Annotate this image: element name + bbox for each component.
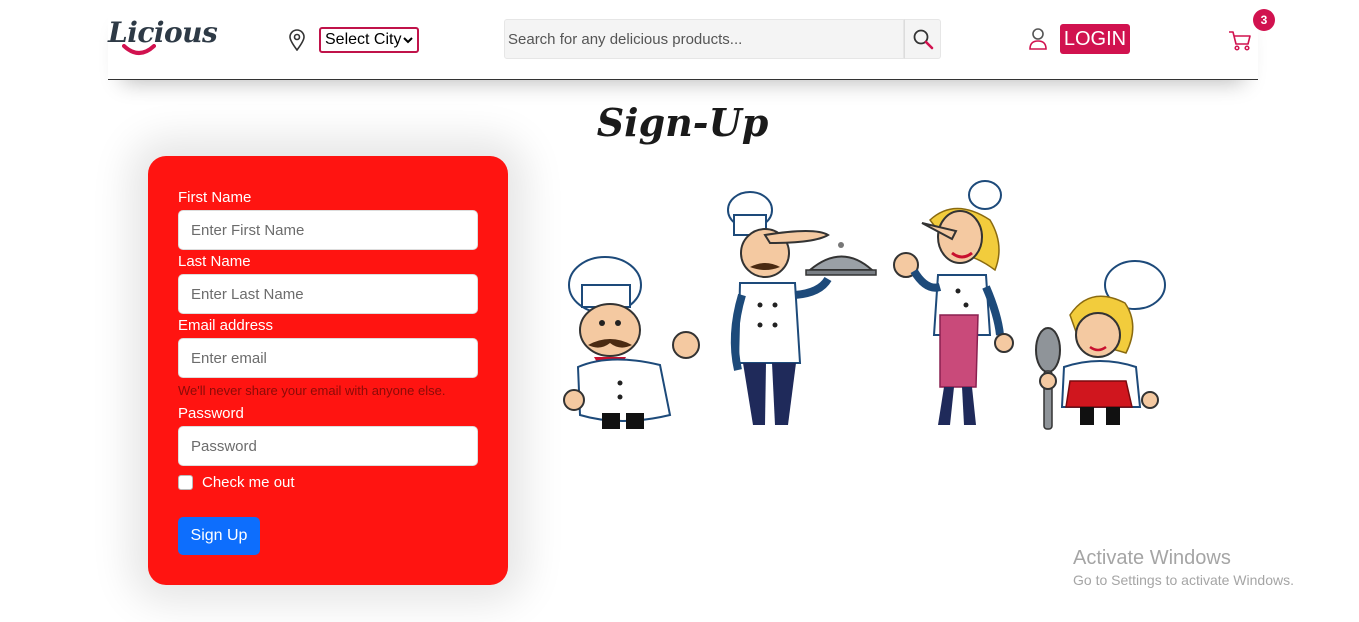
check-me-out-row: Check me out: [178, 474, 295, 491]
logo-smile-icon: [122, 44, 156, 55]
search-button[interactable]: [904, 19, 941, 59]
signup-form: First Name Last Name Email address We'll…: [148, 156, 508, 585]
search-input[interactable]: [508, 30, 903, 48]
chefs-illustration: [563, 180, 1166, 430]
chef-4-figure: [1035, 260, 1166, 430]
login-button[interactable]: LOGIN: [1060, 24, 1130, 54]
last-name-field[interactable]: [178, 274, 478, 314]
password-label: Password: [178, 405, 244, 422]
email-label: Email address: [178, 317, 274, 334]
email-field[interactable]: [178, 338, 478, 378]
windows-activation-watermark: Activate Windows Go to Settings to activ…: [1073, 547, 1294, 588]
user-icon[interactable]: [1028, 27, 1048, 51]
city-select-value: Select City: [325, 31, 402, 48]
top-navbar: Licious Select City Search for any delic…: [108, 0, 1275, 80]
city-select[interactable]: Select City: [319, 27, 419, 53]
cart-count-badge: 3: [1253, 9, 1275, 31]
watermark-subtitle: Go to Settings to activate Windows.: [1073, 572, 1294, 588]
search-field: [504, 19, 904, 59]
last-name-label: Last Name: [178, 253, 251, 270]
cart-icon[interactable]: [1228, 30, 1252, 52]
password-field[interactable]: [178, 426, 478, 466]
page: Licious Select City Search for any delic…: [0, 0, 1359, 622]
check-me-out-label: Check me out: [202, 474, 295, 491]
page-title: Sign-Up: [596, 100, 769, 145]
chef-1-figure: [563, 256, 700, 429]
checkbox-icon[interactable]: [178, 475, 193, 490]
location-pin-icon: [289, 29, 305, 51]
first-name-label: First Name: [178, 189, 252, 206]
search-icon: [913, 29, 933, 50]
email-help-text: We'll never share your email with anyone…: [178, 383, 446, 398]
chef-2-figure: [727, 191, 877, 425]
watermark-title: Activate Windows: [1073, 547, 1231, 569]
sign-up-button[interactable]: Sign Up: [178, 517, 260, 555]
first-name-field[interactable]: [178, 210, 478, 250]
chef-3-figure: [893, 180, 1014, 425]
chevron-down-icon: [403, 37, 413, 44]
brand-logo[interactable]: Licious: [108, 12, 218, 60]
